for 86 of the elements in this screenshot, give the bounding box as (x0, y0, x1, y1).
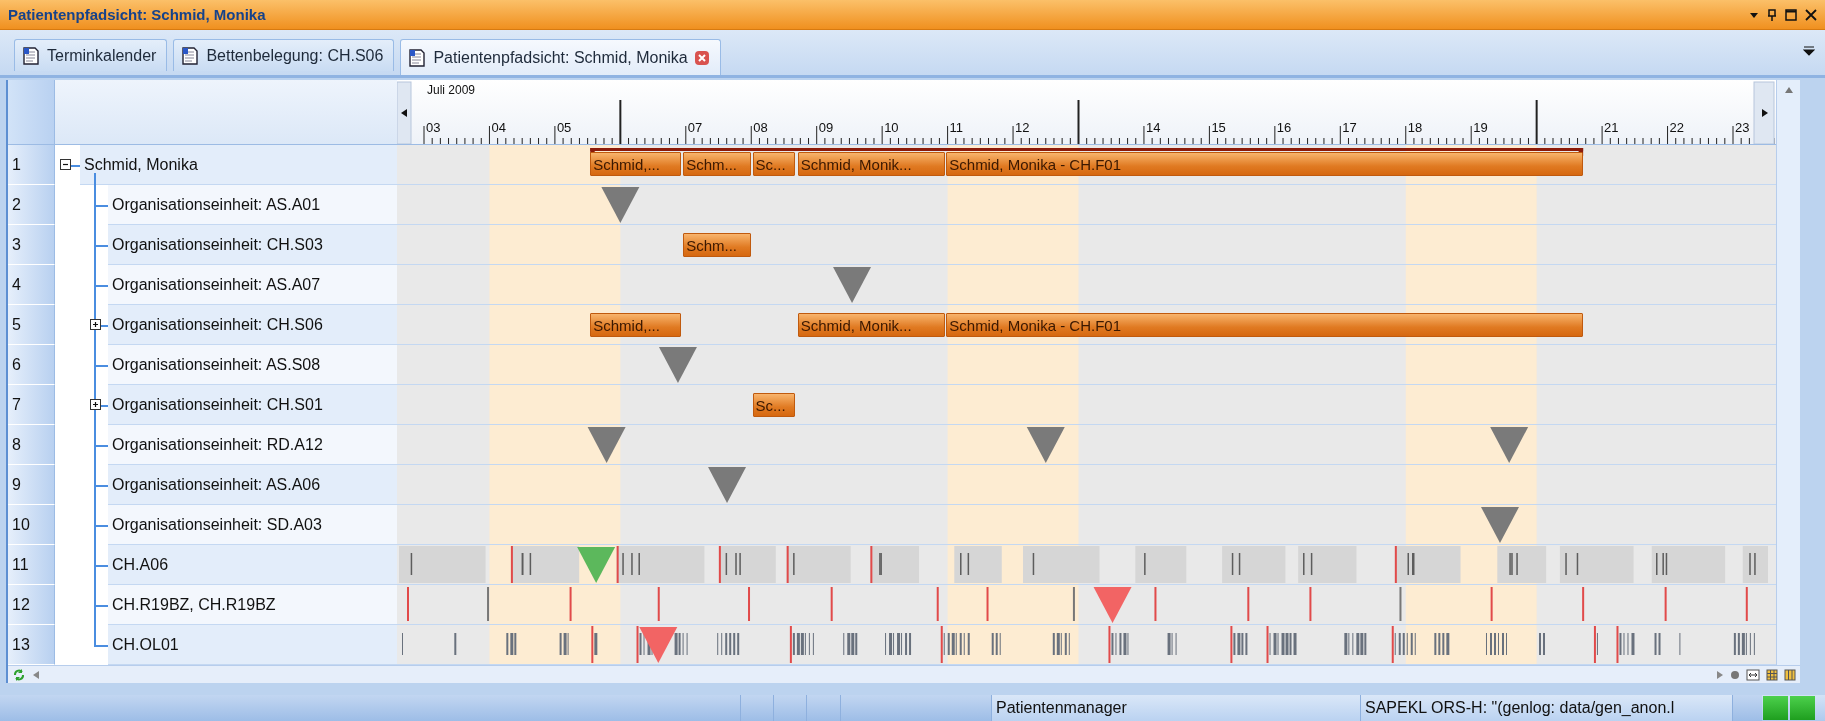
maximize-icon[interactable] (1785, 8, 1797, 21)
day-label: 18 (1407, 120, 1423, 135)
schedule-bar[interactable]: Schmid, Monik... (797, 313, 945, 337)
tree-item[interactable]: Schmid, Monika (80, 145, 397, 185)
row-number: 10 (8, 505, 55, 545)
status-indicator (1763, 696, 1788, 720)
status-text: Patientenmanager (991, 695, 1360, 721)
collapse-icon[interactable] (60, 159, 71, 170)
day-label: 09 (818, 120, 834, 135)
fit-width-icon[interactable] (1746, 668, 1760, 681)
row-number: 7 (8, 385, 55, 425)
row-number: 5 (8, 305, 55, 345)
document-icon (407, 47, 428, 68)
schedule-bar[interactable]: Schm... (683, 233, 752, 257)
month-label: Juli 2009 (427, 83, 476, 97)
refresh-icon[interactable] (12, 667, 26, 682)
schedule-bar[interactable]: Sc... (752, 393, 796, 417)
tree-item[interactable]: Organisationseinheit: CH.S01 (108, 385, 397, 425)
status-indicator (1790, 696, 1815, 720)
tree-item[interactable]: CH.OL01 (108, 625, 397, 665)
pin-icon[interactable] (1767, 8, 1777, 21)
row-number: 12 (8, 585, 55, 625)
tree-item[interactable]: Organisationseinheit: AS.A06 (108, 465, 397, 505)
vertical-scrollbar[interactable] (1776, 80, 1800, 665)
status-panel (1732, 695, 1762, 721)
tree-item[interactable]: Organisationseinheit: CH.S03 (108, 225, 397, 265)
row-number: 13 (8, 625, 55, 665)
day-label: 23 (1735, 120, 1750, 135)
tree-item[interactable]: Organisationseinheit: SD.A03 (108, 505, 397, 545)
status-text: SAPEKL ORS-H: "(genlog: data/gen_anon.l (1360, 695, 1732, 721)
columns-icon[interactable] (1784, 668, 1796, 681)
dropdown-icon[interactable] (1803, 46, 1815, 56)
row-number: 6 (8, 345, 55, 385)
tab[interactable]: Patientenpfadsicht: Schmid, Monika (400, 39, 721, 75)
day-label: 11 (949, 120, 964, 135)
day-label: 22 (1669, 120, 1684, 135)
schedule-bar[interactable]: Schm... (683, 152, 752, 176)
tree-item[interactable]: CH.R19BZ, CH.R19BZ (108, 585, 397, 625)
day-label: 08 (753, 120, 768, 135)
status-panel (773, 695, 806, 721)
day-label: 21 (1604, 120, 1619, 135)
day-label: 07 (687, 120, 703, 135)
row-number: 11 (8, 545, 55, 585)
schedule-bar[interactable]: Schmid,... (590, 152, 681, 176)
tree-item[interactable]: Organisationseinheit: AS.A01 (108, 185, 397, 225)
tree-item[interactable]: Organisationseinheit: CH.S06 (108, 305, 397, 345)
schedule-bar[interactable]: Schmid, Monik... (797, 152, 945, 176)
schedule-bar[interactable]: Schmid,... (590, 313, 681, 337)
expand-icon[interactable] (90, 399, 101, 410)
expand-icon[interactable] (90, 319, 101, 330)
window-title: Patientenpfadsicht: Schmid, Monika (8, 6, 266, 23)
scroll-left-icon[interactable] (32, 669, 40, 680)
row-number: 2 (8, 185, 55, 225)
scroll-left-button[interactable] (397, 81, 412, 144)
row-number: 4 (8, 265, 55, 305)
schedule-bar[interactable]: Schmid, Monika - CH.F01 (946, 152, 1584, 176)
day-label: 16 (1276, 120, 1292, 135)
schedule-bar[interactable]: Schmid, Monika - CH.F01 (946, 313, 1584, 337)
tree-item[interactable]: Organisationseinheit: AS.S08 (108, 345, 397, 385)
tab[interactable]: Terminkalender (14, 39, 168, 71)
close-icon[interactable] (1805, 8, 1817, 21)
row-number: 9 (8, 465, 55, 505)
document-icon (21, 45, 41, 66)
day-label: 17 (1342, 120, 1357, 135)
day-label: 19 (1473, 120, 1488, 135)
scroll-right-icon[interactable] (1716, 669, 1724, 680)
day-label: 04 (491, 120, 506, 135)
grid-icon[interactable] (1766, 668, 1778, 681)
day-label: 10 (884, 120, 899, 135)
scroll-up-icon[interactable] (1783, 86, 1794, 94)
day-label: 12 (1015, 120, 1030, 135)
day-label: 03 (426, 120, 441, 135)
day-label: 05 (556, 120, 572, 135)
day-label: 14 (1145, 120, 1161, 135)
circle-icon[interactable] (1730, 669, 1740, 680)
tab[interactable]: Bettenbelegung: CH.S06 (173, 39, 395, 71)
tree-item[interactable]: Organisationseinheit: AS.A07 (108, 265, 397, 305)
row-number: 3 (8, 225, 55, 265)
document-icon (180, 45, 201, 66)
horizontal-scrollbar[interactable] (8, 665, 1800, 683)
tree-item[interactable]: Organisationseinheit: RD.A12 (108, 425, 397, 465)
row-number: 1 (8, 145, 55, 185)
day-label: 15 (1211, 120, 1226, 135)
tree-item[interactable]: CH.A06 (108, 545, 397, 585)
row-number: 8 (8, 425, 55, 465)
schedule-bar[interactable]: Sc... (752, 152, 796, 176)
